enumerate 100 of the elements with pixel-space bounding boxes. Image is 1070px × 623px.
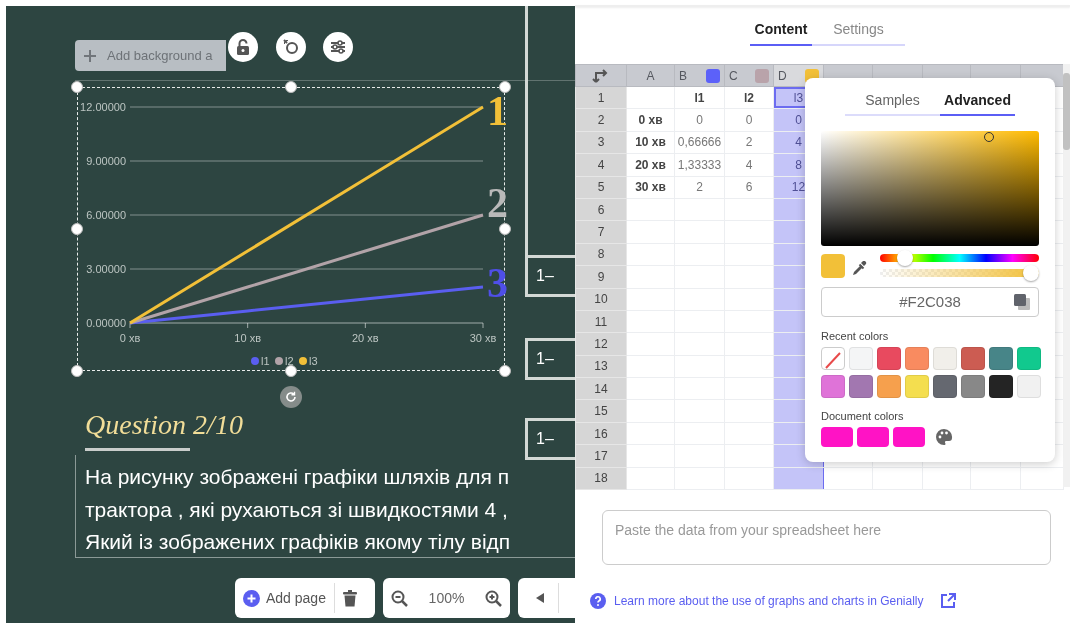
color-swatch[interactable]	[989, 347, 1013, 370]
eyedropper-icon	[851, 260, 867, 277]
color-swatch[interactable]	[755, 68, 769, 83]
resize-handle[interactable]	[499, 223, 511, 235]
sheet-cell[interactable]: 0 хв	[626, 108, 675, 132]
axis-label: 0.00000	[86, 317, 126, 329]
sheet-cell[interactable]: 6	[724, 176, 774, 199]
row-number: 10	[575, 288, 627, 311]
sheet-cell[interactable]: 20 хв	[626, 153, 675, 177]
axis-label: 3.00000	[86, 263, 126, 275]
color-swatch[interactable]	[877, 375, 901, 398]
slider-thumb[interactable]	[1023, 265, 1039, 281]
trash-icon	[342, 589, 357, 607]
no-color-swatch[interactable]	[821, 347, 845, 370]
resize-handle[interactable]	[285, 365, 297, 377]
sheet-cell[interactable]: 0,66666	[674, 131, 725, 154]
color-swatch[interactable]	[706, 68, 720, 83]
sheet-cell[interactable]: l2	[724, 86, 774, 109]
legend-item: l3	[299, 355, 318, 367]
sheet-cell[interactable]: 4	[724, 153, 774, 177]
lock-button[interactable]	[228, 32, 258, 62]
help-link[interactable]: Learn more about the use of graphs and charts in Genially	[614, 592, 924, 610]
row-number: 2	[575, 108, 627, 132]
resize-handle[interactable]	[285, 81, 297, 93]
hex-input[interactable]: #F2C038	[821, 287, 1039, 317]
axis-label: 20 хв	[352, 332, 379, 344]
row-number: 3	[575, 131, 627, 154]
color-swatch[interactable]	[821, 375, 845, 398]
add-background-audio-button[interactable]: Add background a	[75, 40, 226, 71]
external-link-icon	[939, 593, 956, 609]
resize-handle[interactable]	[499, 81, 511, 93]
color-swatch[interactable]	[849, 375, 873, 398]
plus-circle-icon	[243, 589, 260, 607]
copy-icon	[1014, 294, 1030, 310]
help-icon	[590, 593, 606, 609]
sheet-cell[interactable]: 1,33333	[674, 153, 725, 177]
row-number: 14	[575, 377, 627, 400]
question-title: Question 2/10	[85, 408, 243, 442]
sheet-cell[interactable]: 30 хв	[626, 176, 675, 199]
tab[interactable]: Advanced	[940, 86, 1015, 116]
resize-handle[interactable]	[71, 81, 83, 93]
sheet-cell[interactable]: 2	[724, 131, 774, 154]
settings-button[interactable]	[323, 32, 353, 62]
sheet-cell[interactable]: 10 хв	[626, 131, 675, 154]
row-number: 7	[575, 220, 627, 244]
color-swatch[interactable]	[933, 375, 957, 398]
legend-item: l1	[251, 355, 270, 367]
chalk-number: 1	[487, 94, 508, 130]
color-swatch[interactable]	[877, 347, 901, 370]
color-swatch[interactable]	[857, 427, 889, 447]
picker-cursor[interactable]	[983, 131, 994, 142]
legend-label: l3	[309, 355, 318, 367]
sheet-cell[interactable]: 2	[674, 176, 725, 199]
zoom-in-icon	[485, 589, 502, 607]
column-header[interactable]: B	[674, 64, 725, 87]
sheet-cell[interactable]: 0	[674, 108, 725, 132]
color-swatch[interactable]	[1017, 347, 1041, 370]
color-swatch[interactable]	[961, 347, 985, 370]
resize-handle[interactable]	[499, 365, 511, 377]
tab[interactable]: Content	[750, 14, 812, 46]
resize-handle[interactable]	[71, 365, 83, 377]
column-header[interactable]: A	[626, 64, 675, 87]
color-swatch[interactable]	[989, 375, 1013, 398]
row-number: 4	[575, 153, 627, 177]
scrollbar[interactable]	[1063, 64, 1070, 487]
rotate-handle[interactable]	[280, 386, 302, 408]
row-number: 8	[575, 243, 627, 266]
color-swatch[interactable]	[961, 375, 985, 398]
tab[interactable]: Settings	[812, 14, 905, 46]
sheet-cell[interactable]: 0	[724, 108, 774, 132]
color-swatch[interactable]	[905, 347, 929, 370]
color-swatch[interactable]	[821, 427, 853, 447]
saturation-field[interactable]	[821, 131, 1039, 246]
row-number: 6	[575, 198, 627, 221]
opacity-slider[interactable]	[880, 265, 1039, 281]
sheet-cell[interactable]: l1	[674, 86, 725, 109]
lock-icon	[234, 38, 252, 56]
color-swatch[interactable]	[849, 347, 873, 370]
row-number: 9	[575, 265, 627, 288]
row-number: 18	[575, 467, 627, 490]
palette-icon	[935, 428, 953, 446]
legend-label: l1	[261, 355, 270, 367]
tab[interactable]: Samples	[845, 86, 940, 116]
column-header[interactable]: C	[724, 64, 774, 87]
row-number: 15	[575, 399, 627, 423]
color-swatch[interactable]	[893, 427, 925, 447]
zoom-level: 100%	[428, 588, 465, 608]
chalk-number: 2	[487, 186, 508, 222]
paste-data-field[interactable]: Paste the data from your spreadsheet here	[602, 510, 1051, 565]
left-triangle-icon	[536, 593, 544, 603]
question-text: На рисунку зображені графіки шляхів для п трактора , які рухаються зі швидкостями 4 , Який із зображених графіків якому тілу відп	[84, 464, 512, 555]
color-swatch[interactable]	[933, 347, 957, 370]
axis-label: 30 хв	[469, 332, 497, 344]
resize-handle[interactable]	[71, 223, 83, 235]
legend-label: l2	[285, 355, 294, 367]
row-number: 13	[575, 355, 627, 378]
color-swatch[interactable]	[905, 375, 929, 398]
color-swatch[interactable]	[1017, 375, 1041, 398]
axis-label: 10 хв	[234, 332, 261, 344]
axis-label: 0 хв	[119, 332, 141, 344]
